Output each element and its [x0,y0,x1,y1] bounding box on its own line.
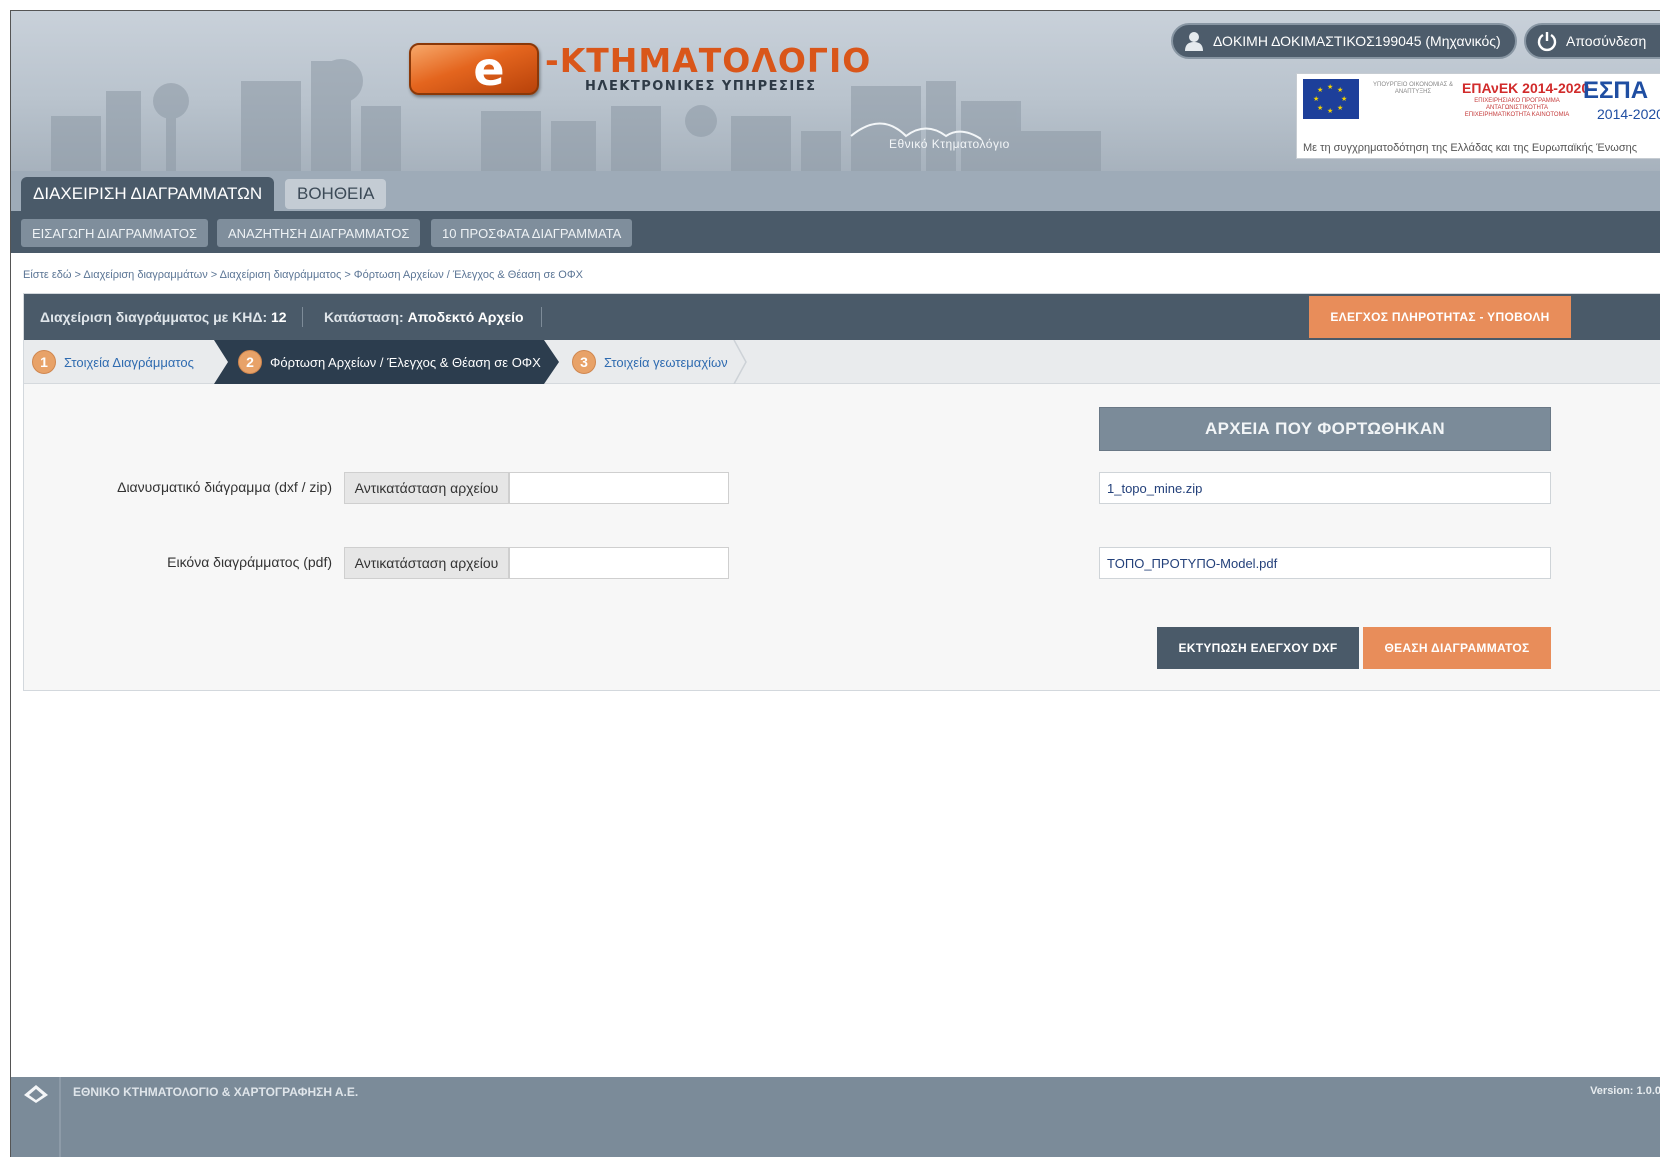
e-ktimatologio-logo[interactable]: e -ΚΤΗΜΑΤΟΛΟΓΙΟ ΗΛΕΚΤΡΟΝΙΚΕΣ ΥΠΗΡΕΣΙΕΣ [409,43,871,95]
subnav-insert-diagram[interactable]: ΕΙΣΑΓΩΓΗ ΔΙΑΓΡΑΜΜΑΤΟΣ [21,219,209,247]
footer-version: Version: 1.0.0 [1590,1085,1660,1097]
step-chevron-icon [733,340,747,384]
main-nav: ΔΙΑΧΕΙΡΙΣΗ ΔΙΑΓΡΑΜΜΑΤΩΝ ΒΟΗΘΕΙΑ [11,171,1660,211]
panel-header: Διαχείριση διαγράμματος με ΚΗΔ: 12 Κατάσ… [24,294,1660,340]
vector-file-row: Διανυσματικό διάγραμμα (dxf / zip) Αντικ… [24,472,744,504]
eu-flag-icon: ★ ★ ★ ★ ★ ★ ★ ★ [1303,79,1359,119]
breadcrumb[interactable]: Είστε εδώ > Διαχείριση διαγραμμάτων > Δι… [23,269,583,281]
cadastre-logo-icon [24,1085,48,1103]
pdf-file-field[interactable] [509,547,729,579]
footer: ΕΘΝΙΚΟ ΚΤΗΜΑΤΟΛΟΓΙΟ & ΧΑΡΤΟΓΡΑΦΗΣΗ Α.Ε. … [11,1077,1660,1157]
logo-title: -ΚΤΗΜΑΤΟΛΟΓΙΟ [545,41,872,80]
power-icon [1536,30,1558,52]
user-account-button[interactable]: ΔΟΚΙΜΗ ΔΟΚΙΜΑΣΤΙΚΟΣ199045 (Μηχανικός) [1171,23,1517,59]
ministry-logo: ΥΠΟΥΡΓΕΙΟ ΟΙΚΟΝΟΜΙΑΣ & ΑΝΑΠΤΥΞΗΣ [1373,82,1453,95]
status-info: Κατάσταση: Αποδεκτό Αρχείο [324,309,524,325]
print-dxf-check-button[interactable]: ΕΚΤΥΠΩΣΗ ΕΛΕΓΧΟΥ DXF [1157,627,1359,669]
logout-label: Αποσύνδεση [1566,33,1647,49]
header-banner: e -ΚΤΗΜΑΤΟΛΟΓΙΟ ΗΛΕΚΤΡΟΝΙΚΕΣ ΥΠΗΡΕΣΙΕΣ Ε… [11,11,1660,171]
step-number: 2 [238,350,262,374]
completeness-check-submit-button[interactable]: ΕΛΕΓΧΟΣ ΠΛΗΡΟΤΗΤΑΣ - ΥΠΟΒΟΛΗ [1309,296,1571,338]
tab-help[interactable]: ΒΟΗΘΕΙΑ [285,179,387,209]
vector-file-label: Διανυσματικό διάγραμμα (dxf / zip) [117,479,332,495]
diagram-panel: Διαχείριση διαγράμματος με ΚΗΔ: 12 Κατάσ… [23,293,1660,691]
sub-nav: ΕΙΣΑΓΩΓΗ ΔΙΑΓΡΑΜΜΑΤΟΣ ΑΝΑΖΗΤΗΣΗ ΔΙΑΓΡΑΜΜ… [11,211,1660,253]
step-number: 1 [32,350,56,374]
status-value: Αποδεκτό Αρχείο [407,309,524,325]
uploaded-file-pdf[interactable]: ΤΟΠΟ_ΠΡΟΤΥΠΟ-Model.pdf [1099,547,1551,579]
espa-years: 2014-2020 [1597,106,1660,122]
logout-button[interactable]: Αποσύνδεση [1524,23,1660,59]
kid-value: 12 [271,309,287,325]
step-diagram-details[interactable]: 1 Στοιχεία Διαγράμματος [32,340,194,384]
pdf-replace-button[interactable]: Αντικατάσταση αρχείου [344,547,509,579]
app-window: e -ΚΤΗΜΑΤΟΛΟΓΙΟ ΗΛΕΚΤΡΟΝΙΚΕΣ ΥΠΗΡΕΣΙΕΣ Ε… [10,10,1660,1157]
step-label: Στοιχεία Διαγράμματος [64,354,194,370]
subnav-recent-diagrams[interactable]: 10 ΠΡΟΣΦΑΤΑ ΔΙΑΓΡΑΜΜΑΤΑ [431,219,633,247]
wizard-steps: 1 Στοιχεία Διαγράμματος 2 Φόρτωση Αρχείω… [24,340,1660,384]
step-parcel-details[interactable]: 3 Στοιχεία γεωτεμαχίων [572,340,728,384]
subnav-search-diagram[interactable]: ΑΝΑΖΗΤΗΣΗ ΔΙΑΓΡΑΜΜΑΤΟΣ [217,219,421,247]
agency-label: Εθνικό Κτηματολόγιο [889,137,1010,151]
header-divider [302,307,303,327]
view-diagram-button[interactable]: ΘΕΑΣΗ ΔΙΑΓΡΑΜΜΑΤΟΣ [1363,627,1551,669]
user-name: ΔΟΚΙΜΗ ΔΟΚΙΜΑΣΤΙΚΟΣ199045 (Μηχανικός) [1213,33,1501,49]
funding-logos: ★ ★ ★ ★ ★ ★ ★ ★ ΥΠΟΥΡΓΕΙΟ ΟΙΚΟΝΟΜΙΑΣ & ΑΝΑΠΤΥ… [1296,73,1660,159]
kid-info: Διαχείριση διαγράμματος με ΚΗΔ: 12 [40,309,287,325]
vector-replace-button[interactable]: Αντικατάσταση αρχείου [344,472,509,504]
tab-diagram-management[interactable]: ΔΙΑΧΕΙΡΙΣΗ ΔΙΑΓΡΑΜΜΑΤΩΝ [21,177,275,211]
uploaded-file-zip[interactable]: 1_topo_mine.zip [1099,472,1551,504]
espa-logo: ΕΣΠΑ [1583,77,1649,104]
footer-org: ΕΘΝΙΚΟ ΚΤΗΜΑΤΟΛΟΓΙΟ & ΧΑΡΤΟΓΡΑΦΗΣΗ Α.Ε. [73,1085,359,1099]
pdf-file-row: Εικόνα διαγράμματος (pdf) Αντικατάσταση … [24,547,744,579]
step-number: 3 [572,350,596,374]
step-file-upload[interactable]: 2 Φόρτωση Αρχείων / Έλεγχος & Θέαση σε Ο… [214,340,559,384]
vector-file-field[interactable] [509,472,729,504]
header-divider [541,307,542,327]
step-label: Στοιχεία γεωτεμαχίων [604,354,728,370]
epanek-logo: ΕΠΑνΕΚ 2014-2020 [1462,80,1590,96]
funding-note: Με τη συγχρηματοδότηση της Ελλάδας και τ… [1303,142,1638,154]
uploaded-files-heading: ΑΡΧΕΙΑ ΠΟΥ ΦΟΡΤΩΘΗΚΑΝ [1099,407,1551,451]
logo-e-mark: e [409,43,539,95]
pdf-file-label: Εικόνα διαγράμματος (pdf) [167,554,332,570]
user-icon [1183,30,1205,52]
logo-subtitle: ΗΛΕΚΤΡΟΝΙΚΕΣ ΥΠΗΡΕΣΙΕΣ [585,79,817,94]
step-label: Φόρτωση Αρχείων / Έλεγχος & Θέαση σε ΟΦΧ [270,354,541,370]
